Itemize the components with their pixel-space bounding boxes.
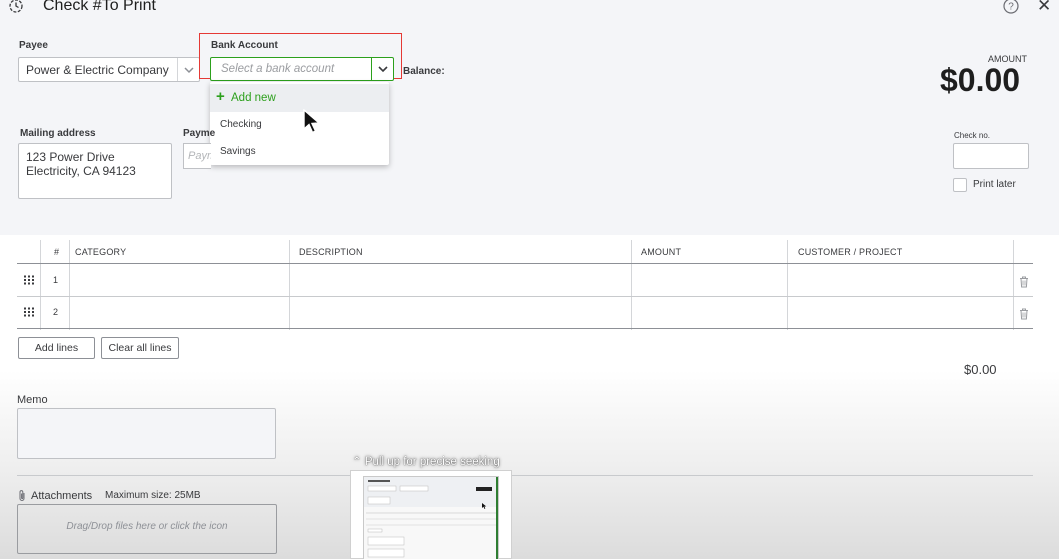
attachments-drop-zone[interactable]: Drag/Drop files here or click the icon [17,504,277,554]
mouse-cursor-icon [303,109,321,134]
lines-total: $0.00 [964,362,997,377]
seek-thumbnail[interactable] [350,470,512,559]
print-later-checkbox[interactable] [953,178,967,192]
check-no-field[interactable] [953,143,1029,169]
payee-dropdown-toggle[interactable] [177,58,199,81]
drag-handle-icon[interactable] [23,275,35,285]
drag-handle-icon[interactable] [23,307,35,317]
row-number: 2 [53,307,59,317]
thumbnail-preview [363,476,499,559]
close-icon[interactable]: ✕ [1037,0,1051,14]
trash-icon[interactable] [1019,276,1029,288]
column-divider [69,240,70,330]
bank-account-placeholder: Select a bank account [221,63,335,75]
payment-date-label: Payme [183,128,216,139]
balance-label: Balance: [403,66,445,77]
bank-account-dropdown: + Add new Checking Savings [210,82,389,165]
drop-zone-text: Drag/Drop files here or click the icon [66,521,228,532]
amount-value: $0.00 [940,62,1021,98]
dropdown-option-savings[interactable]: Savings [220,146,256,157]
trash-icon[interactable] [1019,308,1029,320]
check-no-label: Check no. [954,131,991,140]
memo-label: Memo [17,394,48,406]
seek-hint-text: Pull up for precise seeking [364,456,500,468]
svg-text:?: ? [1008,2,1014,13]
column-divider [787,240,788,330]
seek-hint: ⌃ Pull up for precise seeking [352,454,500,468]
bank-account-select[interactable]: Select a bank account [210,57,394,81]
paperclip-icon [19,490,25,501]
plus-icon: + [216,88,225,105]
row-divider [17,296,1033,297]
category-table: # CATEGORY DESCRIPTION AMOUNT CUSTOMER /… [17,240,1033,330]
column-divider [631,240,632,330]
mailing-address-field[interactable]: 123 Power Drive Electricity, CA 94123 [18,143,172,199]
row-number: 1 [53,275,59,285]
column-header-category: CATEGORY [75,247,127,257]
column-header-description: DESCRIPTION [299,247,363,257]
mailing-address-line: 123 Power Drive [26,150,115,164]
dropdown-add-new[interactable]: + Add new [210,84,389,112]
memo-field[interactable] [17,408,276,459]
bank-account-label: Bank Account [211,40,278,51]
dropdown-option-checking[interactable]: Checking [220,119,262,130]
attachments-label: Attachments [31,490,93,502]
chevron-down-icon [378,66,388,73]
page-title: Check #To Print [43,0,156,14]
thumbnail-image [364,477,498,559]
clear-all-lines-button[interactable]: Clear all lines [101,337,179,359]
column-header-customer-project: CUSTOMER / PROJECT [798,247,903,257]
mailing-address-line: Electricity, CA 94123 [26,164,136,178]
add-new-label: Add new [231,92,276,104]
add-lines-button[interactable]: Add lines [18,337,95,359]
column-divider [40,240,41,330]
section-divider [17,475,1033,476]
payee-select[interactable]: Power & Electric Company [18,57,200,82]
double-chevron-up-icon: ⌃ [352,456,362,468]
bank-account-dropdown-toggle[interactable] [371,58,393,80]
column-header-amount: AMOUNT [641,247,682,257]
print-later-label: Print later [973,179,1016,190]
help-icon[interactable]: ? [1003,0,1019,14]
attachments-max-size: Maximum size: 25MB [105,490,201,501]
payment-date-field[interactable]: Paym [183,143,211,169]
column-header-number: # [54,247,60,257]
header-divider [17,263,1033,264]
chevron-down-icon [184,67,194,74]
history-icon[interactable] [8,0,24,14]
column-divider [289,240,290,330]
payee-label: Payee [19,40,48,51]
row-divider [17,328,1033,329]
mailing-address-label: Mailing address [20,128,96,139]
payee-value: Power & Electric Company [26,63,169,77]
column-divider [1013,240,1014,330]
payment-date-placeholder: Paym [188,150,211,162]
